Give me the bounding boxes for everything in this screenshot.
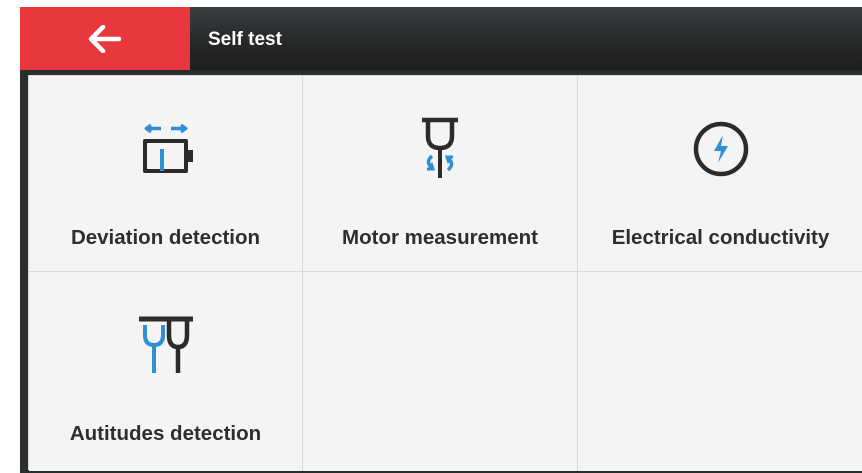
electrical-conductivity-label: Electrical conductivity [611,226,830,249]
arrow-left-icon [88,24,122,53]
deviation-detection-label: Deviation detection [70,226,261,249]
motor-measurement-label: Motor measurement [342,226,538,249]
probes-icon [29,310,302,380]
deviation-detection-tile[interactable]: Deviation detection [29,76,303,272]
autitudes-detection-label: Autitudes detection [69,422,262,445]
empty-tile [303,272,578,471]
header-bar: Self test [20,7,862,70]
autitudes-detection-tile[interactable]: Autitudes detection [29,272,303,471]
app-screen: Self test Deviation detection Motor meas… [20,7,862,473]
test-grid: Deviation detection Motor measurement El… [28,75,862,471]
back-button[interactable] [20,7,190,70]
electrical-conductivity-tile[interactable]: Electrical conductivity [578,76,862,272]
motor-icon [303,114,577,184]
empty-tile [578,272,862,471]
motor-measurement-tile[interactable]: Motor measurement [303,76,578,272]
deviation-icon [29,114,302,184]
page-title: Self test [208,29,282,50]
lightning-circle-icon [578,114,862,184]
